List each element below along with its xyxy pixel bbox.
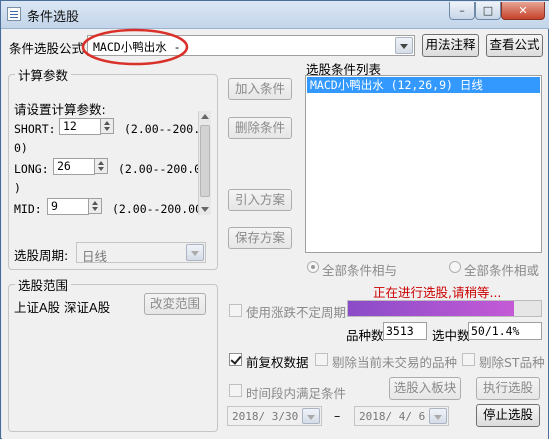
condition-list[interactable]: MACD小鸭出水 (12,26,9) 日线: [305, 75, 542, 253]
delete-condition-button[interactable]: 删除条件: [228, 117, 292, 139]
param-long-range-wrap: ): [14, 181, 21, 195]
param-short-input[interactable]: 12: [59, 118, 101, 135]
period-select-value: 日线: [82, 249, 108, 264]
date-separator: –: [334, 408, 341, 423]
chevron-down-icon[interactable]: [395, 37, 413, 54]
irregular-period-label: 使用涨跌不定周期: [246, 305, 347, 320]
radio-all-or[interactable]: [449, 261, 461, 273]
maximize-button[interactable]: □: [475, 2, 501, 20]
app-icon: [7, 7, 21, 21]
count-label: 品种数: [346, 328, 384, 343]
progress-bar: [347, 300, 542, 317]
import-scheme-button[interactable]: 引入方案: [228, 189, 292, 211]
add-condition-button[interactable]: 加入条件: [228, 78, 292, 100]
pre-adjusted-checkbox[interactable]: [229, 353, 242, 366]
params-scrollbar[interactable]: [198, 111, 211, 215]
scroll-down-icon[interactable]: [201, 207, 209, 212]
param-short-label: SHORT:: [14, 122, 56, 136]
irregular-period-checkbox[interactable]: [229, 304, 242, 317]
save-scheme-button[interactable]: 保存方案: [228, 227, 292, 249]
exclude-untraded-checkbox[interactable]: [315, 353, 328, 366]
scroll-up-icon[interactable]: [201, 114, 209, 119]
change-scope-button[interactable]: 改変范围: [144, 293, 206, 315]
minimize-button[interactable]: –: [449, 2, 475, 20]
scope-markets: 上证A股 深证A股: [14, 300, 111, 315]
param-short-range-wrap: 0): [14, 141, 28, 155]
exclude-untraded-label: 剔除当前未交易的品种: [332, 355, 458, 370]
formula-label: 条件选股公式: [9, 41, 85, 56]
usage-notes-button[interactable]: 用法注释: [422, 34, 479, 57]
condition-list-item[interactable]: MACD小鸭出水 (12,26,9) 日线: [307, 77, 540, 93]
close-button[interactable]: ✕: [501, 2, 545, 20]
exclude-st-checkbox[interactable]: [462, 353, 475, 366]
title-bar[interactable]: 条件选股 – □ ✕: [1, 1, 549, 29]
param-long-input[interactable]: 26: [53, 158, 95, 175]
count-value: 3513: [383, 322, 427, 340]
end-date-value: 2018/ 4/ 6: [359, 410, 426, 423]
param-mid-spinner[interactable]: [88, 198, 102, 214]
radio-all-or-label: 全部条件相或: [464, 263, 540, 278]
chevron-down-icon[interactable]: [429, 408, 447, 424]
end-date-picker[interactable]: 2018/ 4/ 6: [354, 406, 449, 426]
scroll-thumb[interactable]: [200, 125, 210, 197]
param-mid-label: MID:: [14, 202, 42, 216]
exclude-st-label: 剔除ST品种: [479, 355, 545, 370]
param-long-label: LONG:: [14, 162, 49, 176]
add-to-block-button[interactable]: 选股入板块: [389, 377, 461, 400]
param-mid-range: (2.00--200.00): [112, 202, 209, 216]
stop-button[interactable]: 停止选股: [476, 404, 540, 427]
progress-fill: [348, 301, 514, 316]
pre-adjusted-label: 前复权数据: [246, 355, 309, 370]
window-title: 条件选股: [27, 10, 80, 25]
annotation-circle: [81, 28, 189, 66]
period-label: 选股周期:: [14, 248, 69, 263]
time-range-label: 时间段内满足条件: [246, 386, 347, 401]
param-mid-input[interactable]: 9: [47, 198, 89, 215]
chevron-down-icon[interactable]: [302, 408, 320, 424]
chevron-down-icon[interactable]: [186, 244, 204, 261]
time-range-checkbox[interactable]: [229, 384, 242, 397]
dialog-window: 条件选股 – □ ✕ 条件选股公式 MACD小鸭出水 - 用法注释 查看公式 计…: [0, 0, 549, 439]
start-date-picker[interactable]: 2018/ 3/30: [227, 406, 322, 426]
radio-all-and-label: 全部条件相与: [322, 263, 398, 278]
start-date-value: 2018/ 3/30: [232, 410, 299, 423]
param-long-range: (2.00--200.00: [118, 162, 209, 176]
view-formula-button[interactable]: 查看公式: [486, 34, 543, 57]
period-select[interactable]: 日线: [76, 242, 206, 264]
param-short-range: (2.00--200.0: [124, 122, 208, 136]
scope-legend: 选股范围: [15, 275, 72, 294]
execute-button[interactable]: 执行选股: [476, 377, 540, 400]
selected-value: 50/1.4%: [468, 322, 542, 340]
dialog-body: 条件选股公式 MACD小鸭出水 - 用法注释 查看公式 计算参数 请设置计算参数…: [2, 28, 548, 439]
param-short-spinner[interactable]: [100, 118, 114, 134]
selected-label: 选中数: [432, 328, 470, 343]
params-legend: 计算参数: [15, 65, 72, 84]
radio-all-and[interactable]: [307, 261, 319, 273]
param-long-spinner[interactable]: [94, 158, 108, 174]
running-status: 正在进行选股,请稍等...: [373, 285, 502, 300]
params-prompt: 请设置计算参数:: [14, 102, 106, 117]
